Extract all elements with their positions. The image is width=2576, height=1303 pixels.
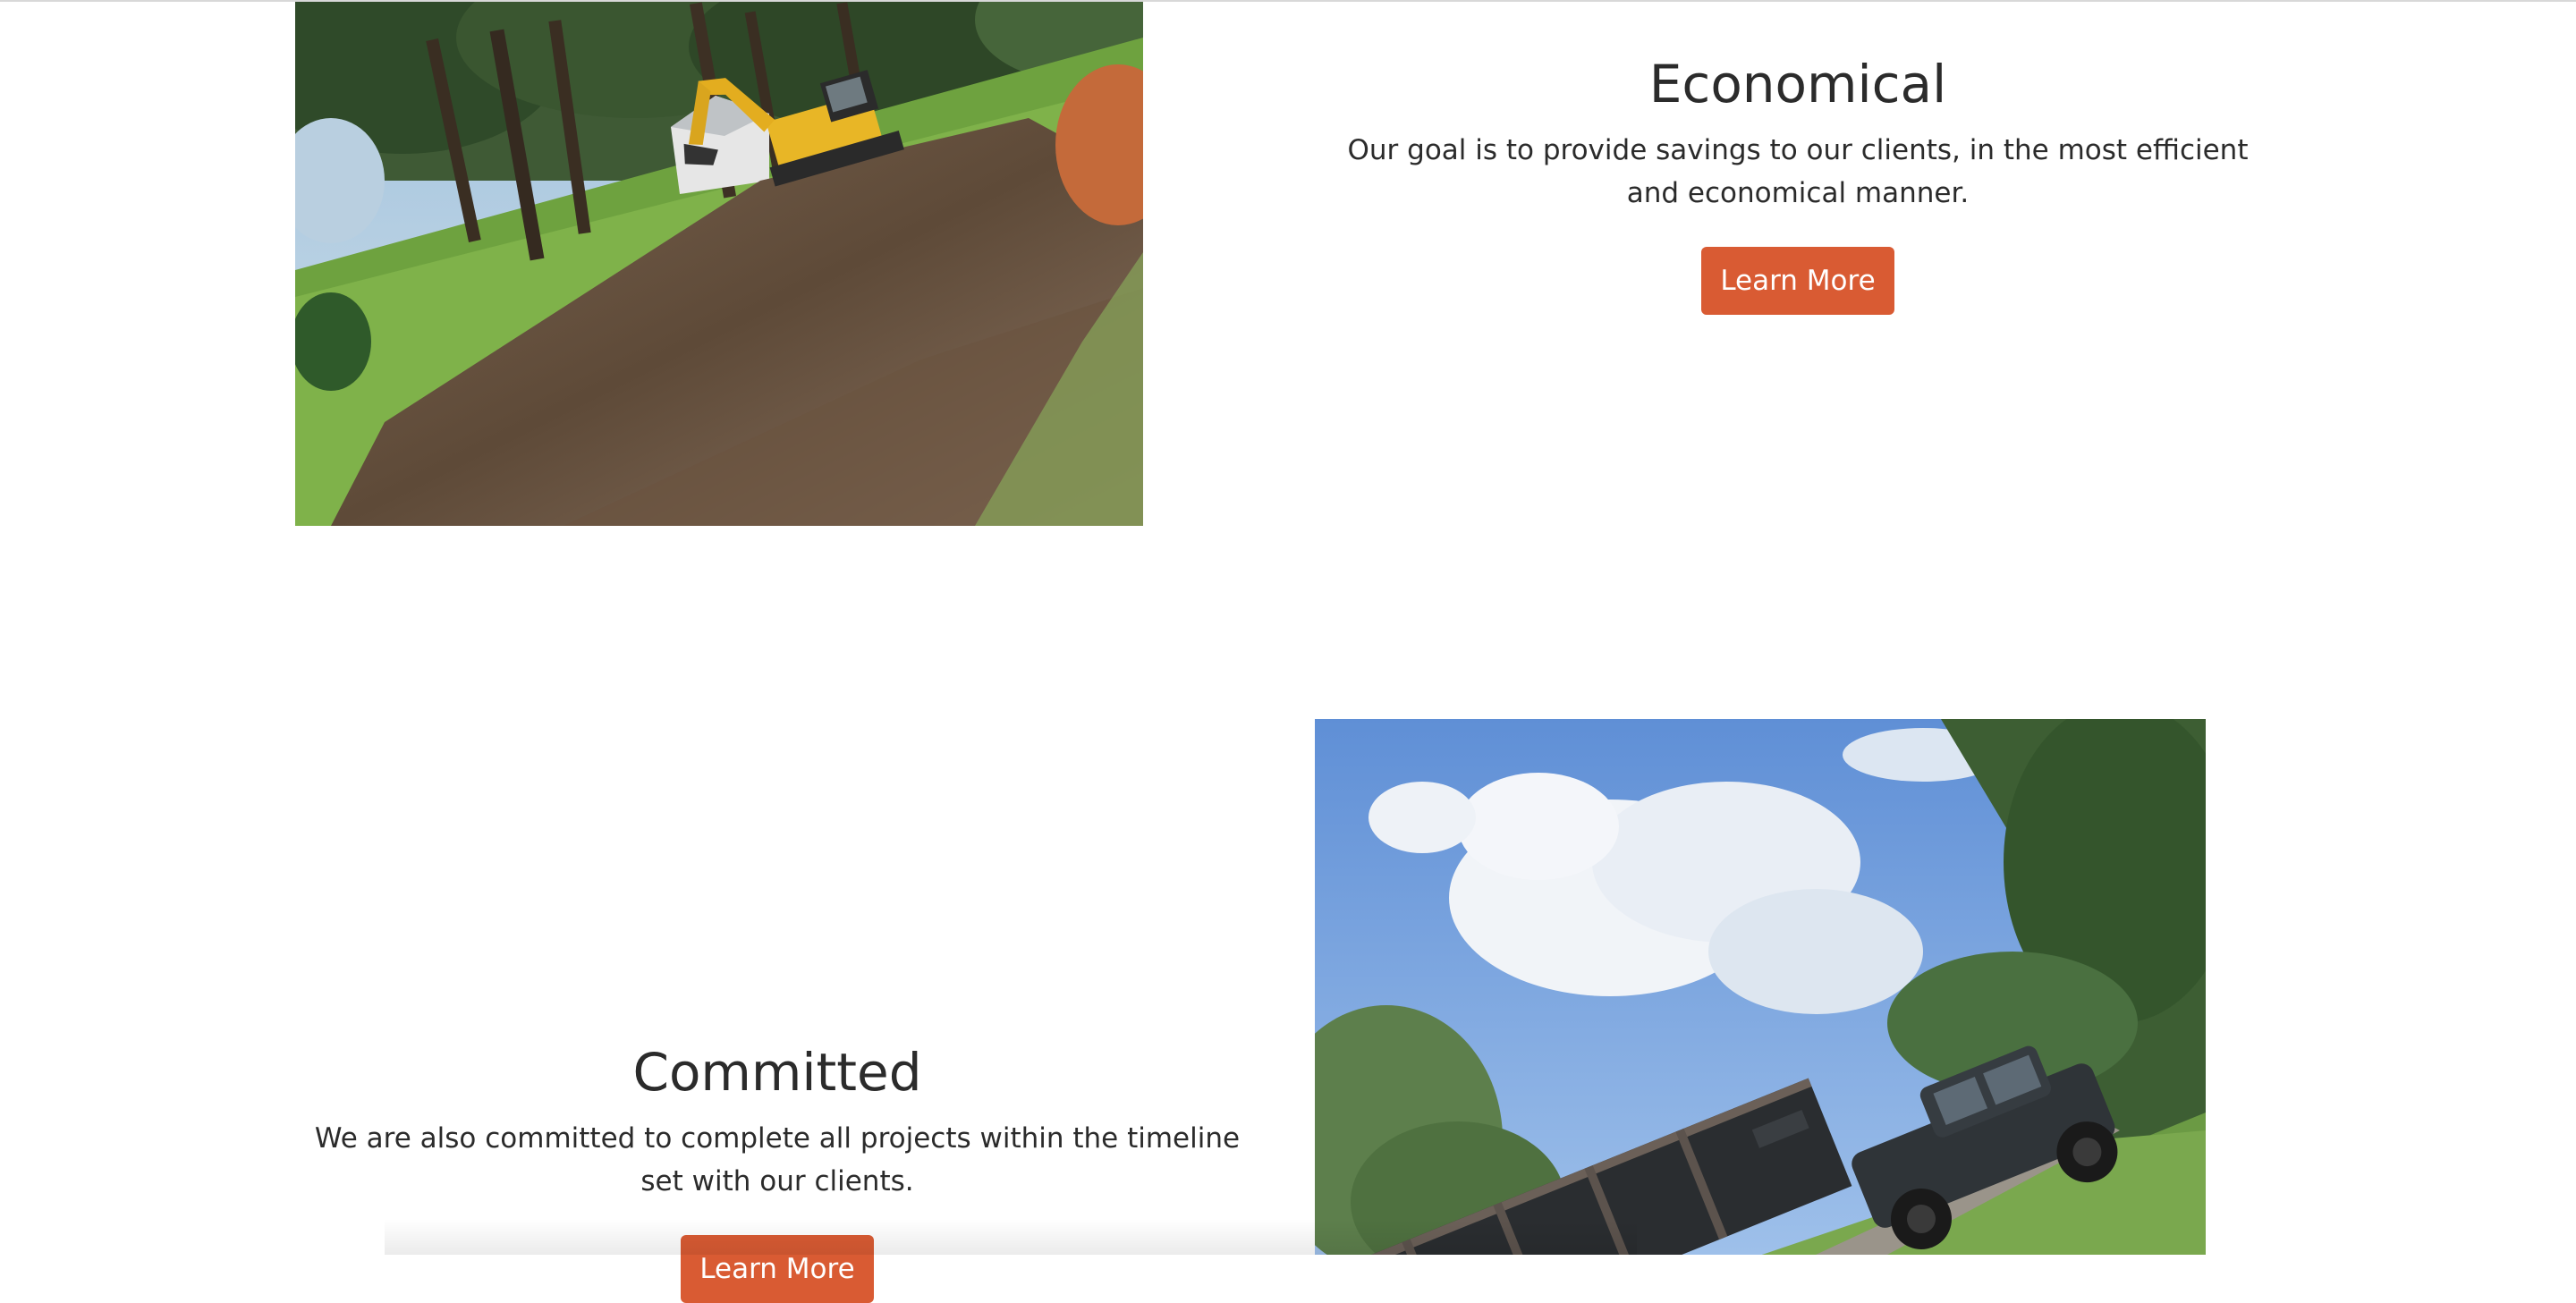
excavator-photo bbox=[295, 2, 1143, 526]
feature-committed: Committed We are also committed to compl… bbox=[304, 1042, 1250, 1303]
feature-description: We are also committed to complete all pr… bbox=[314, 1121, 1241, 1197]
feature-title: Economical bbox=[1648, 54, 1947, 114]
learn-more-button[interactable]: Learn More bbox=[681, 1234, 874, 1303]
feature-description: Our goal is to provide savings to our cl… bbox=[1347, 133, 2249, 209]
learn-more-button[interactable]: Learn More bbox=[1701, 246, 1894, 315]
feature-economical: Economical Our goal is to provide saving… bbox=[1324, 54, 2272, 315]
truck-trailer-photo bbox=[1315, 719, 2206, 1255]
feature-title: Committed bbox=[632, 1042, 922, 1103]
